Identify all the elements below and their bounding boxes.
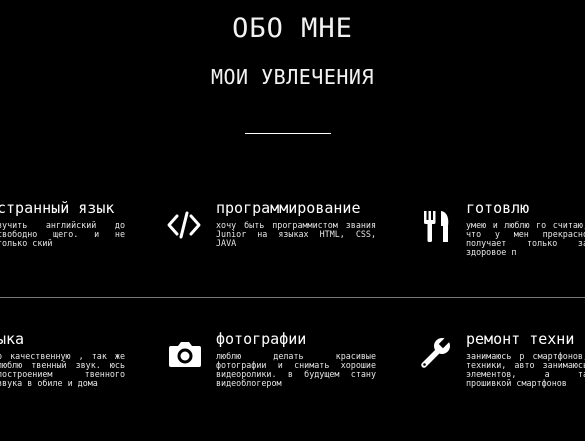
hobby-description: зучить английский до свободно щего. и не…	[0, 220, 125, 248]
title-underline	[245, 133, 331, 134]
hobby-title: странный язык	[0, 199, 115, 217]
hobby-description: люблю делать красивые фотографии и снима…	[216, 351, 376, 388]
hobby-description: умею и люблю го считаю, что у мен прекра…	[466, 220, 585, 257]
page-title: ОБО МНЕ	[232, 13, 353, 44]
page-subtitle: МОИ УВЛЕЧЕНИЯ	[210, 65, 375, 89]
hobby-title: программирование	[216, 199, 361, 217]
hobby-title: готовлю	[466, 199, 530, 217]
camera-icon	[167, 336, 203, 372]
row-divider	[0, 297, 585, 298]
hobby-title: фотографии	[216, 330, 307, 348]
cutlery-icon	[418, 208, 454, 244]
hobby-description: занимаюсь р смартфонов, техники, авто за…	[466, 351, 585, 388]
hobby-title: ыка	[0, 330, 25, 348]
hobby-description: хочу быть программистом звания Junior на…	[216, 220, 376, 248]
wrench-icon	[417, 335, 453, 371]
code-icon	[166, 207, 202, 243]
hobby-description: о качественную , так же люблю твенный зв…	[0, 351, 125, 388]
hobby-title: ремонт техни	[466, 330, 575, 348]
